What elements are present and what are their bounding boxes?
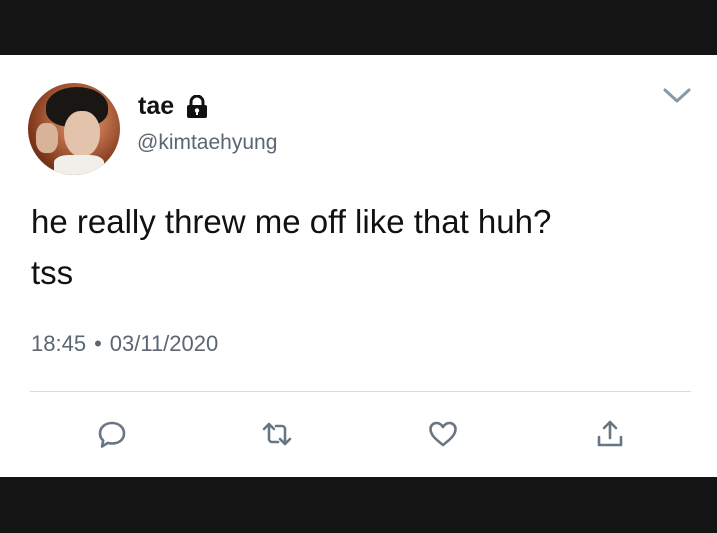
retweet-icon	[262, 422, 292, 446]
tweet-date: 03/11/2020	[109, 331, 219, 356]
tweet-card: tae @kimtaehyung he really threw me off …	[0, 55, 717, 477]
timestamp-separator: •	[94, 331, 102, 356]
divider	[30, 391, 691, 392]
lock-icon	[187, 94, 208, 118]
avatar-face	[64, 111, 100, 157]
avatar-hand	[36, 123, 58, 153]
reply-icon	[98, 421, 126, 448]
share-icon	[597, 420, 623, 447]
retweet-button[interactable]	[257, 416, 297, 452]
like-button[interactable]	[423, 416, 463, 452]
heart-icon	[429, 421, 457, 447]
avatar-shirt	[54, 155, 104, 175]
tweet-text: he really threw me off like that huh? ts…	[31, 203, 552, 291]
author-name-row: tae	[138, 92, 208, 121]
tweet-time: 18:45	[31, 331, 87, 356]
user-handle[interactable]: @kimtaehyung	[137, 131, 277, 155]
tweet-timestamp[interactable]: 18:45 • 03/11/2020	[31, 331, 218, 357]
share-button[interactable]	[590, 416, 630, 452]
chevron-down-icon[interactable]	[662, 85, 692, 107]
reply-button[interactable]	[92, 416, 132, 452]
avatar[interactable]	[28, 83, 120, 175]
display-name[interactable]: tae	[138, 92, 174, 121]
